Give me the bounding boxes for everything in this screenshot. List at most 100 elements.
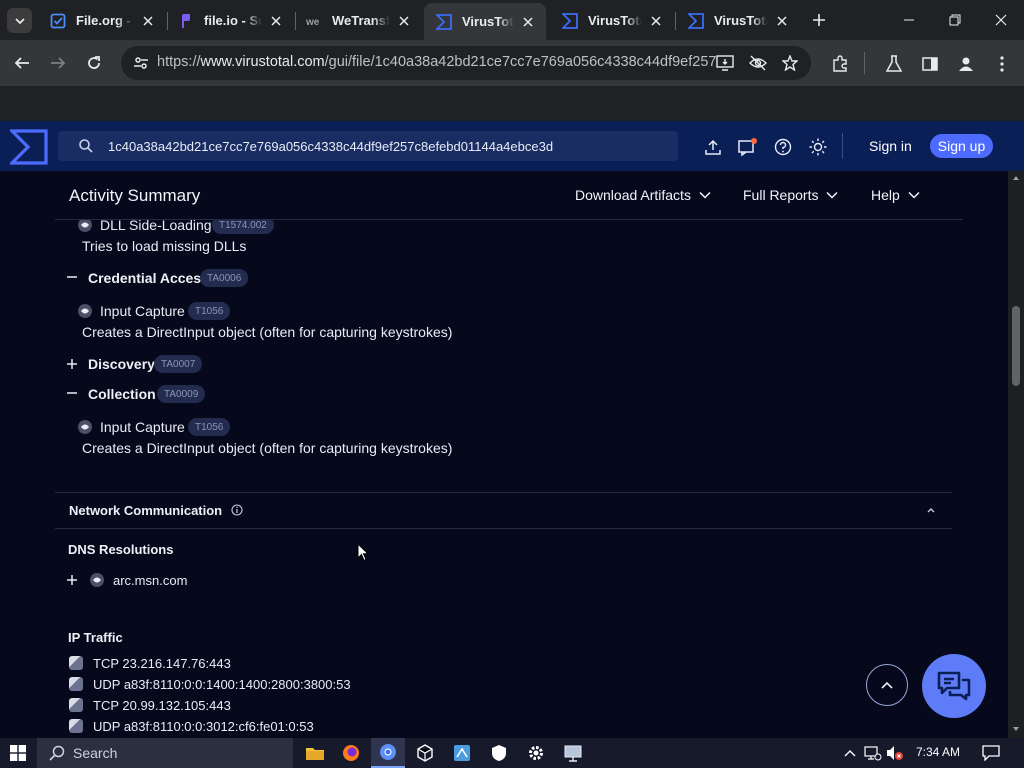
network-tool-icon	[454, 745, 470, 761]
help-menu[interactable]: Help	[871, 187, 920, 203]
remote-desktop-app[interactable]	[556, 738, 590, 768]
browser-tab-bar: File.org - V file.io - Su we WeTransfe V…	[0, 0, 1024, 40]
chevron-down-icon	[826, 191, 838, 199]
technique-name[interactable]: Input Capture	[100, 303, 185, 319]
section-divider	[55, 528, 952, 529]
tab-virustotal-active[interactable]: VirusTotal	[424, 3, 546, 40]
close-icon[interactable]	[396, 13, 412, 29]
tab-file-org[interactable]: File.org - V	[38, 4, 166, 37]
site-info-icon[interactable]	[129, 51, 153, 75]
close-window-button[interactable]	[978, 0, 1024, 40]
start-button[interactable]	[0, 738, 36, 768]
extensions-icon[interactable]	[829, 53, 851, 75]
restore-icon	[949, 14, 961, 26]
settings-app[interactable]	[519, 738, 553, 768]
tab-wetransfer[interactable]: we WeTransfe	[294, 4, 422, 37]
ip-traffic-entry[interactable]: UDP a83f:8110:0:0:1400:1400:2800:3800:53	[93, 677, 351, 692]
ip-address-icon	[69, 698, 83, 712]
ip-traffic-title: IP Traffic	[68, 630, 123, 645]
plus-icon[interactable]	[66, 574, 78, 586]
upload-icon[interactable]	[702, 136, 724, 158]
eye-off-icon[interactable]	[748, 53, 768, 73]
tab-title: file.io - Su	[204, 13, 262, 28]
sign-in-link[interactable]: Sign in	[869, 138, 912, 154]
reload-button[interactable]	[82, 51, 106, 75]
notification-center-button[interactable]	[982, 744, 1000, 762]
security-app[interactable]	[482, 738, 516, 768]
firefox-app[interactable]	[334, 738, 368, 768]
download-artifacts-menu[interactable]: Download Artifacts	[575, 187, 711, 203]
page-scrollbar[interactable]	[1008, 171, 1024, 738]
chevron-up-icon	[844, 750, 856, 757]
ip-traffic-entry[interactable]: UDP a83f:8110:0:0:3012:cf6:fe01:0:53	[93, 719, 314, 734]
labs-flask-icon[interactable]	[883, 53, 905, 75]
install-app-icon[interactable]	[715, 53, 735, 73]
theme-sun-icon[interactable]	[807, 136, 829, 158]
taskbar-clock[interactable]: 7:34 AM	[916, 745, 960, 759]
scroll-to-top-button[interactable]	[866, 664, 908, 706]
network-tool-app[interactable]	[445, 738, 479, 768]
tab-virustotal[interactable]: VirusTotal	[550, 4, 674, 37]
help-icon[interactable]	[772, 136, 794, 158]
minus-icon[interactable]	[66, 387, 78, 399]
tab-file-io[interactable]: file.io - Su	[166, 4, 294, 37]
close-icon[interactable]	[520, 14, 536, 30]
ip-traffic-entry[interactable]: TCP 23.216.147.76:443	[93, 656, 231, 671]
url-text[interactable]: https://www.virustotal.com/gui/file/1c40…	[157, 54, 717, 70]
tab-virustotal[interactable]: VirusTotal	[676, 4, 800, 37]
scroll-down-arrow-icon[interactable]	[1012, 726, 1020, 732]
tactic-name[interactable]: Discovery	[88, 356, 155, 372]
tactic-name[interactable]: Credential Access	[88, 270, 209, 286]
scroll-up-arrow-icon[interactable]	[1012, 175, 1020, 181]
tab-title: File.org - V	[76, 13, 134, 28]
info-icon[interactable]	[231, 504, 243, 516]
minimize-button[interactable]	[886, 0, 932, 40]
taskbar-search-box[interactable]: Search	[37, 738, 293, 768]
back-button[interactable]	[10, 51, 34, 75]
plus-icon[interactable]	[66, 358, 78, 370]
show-hidden-icons-button[interactable]	[841, 744, 859, 762]
profile-icon[interactable]	[955, 53, 977, 75]
ip-traffic-entry[interactable]: TCP 20.99.132.105:443	[93, 698, 231, 713]
close-icon[interactable]	[648, 13, 664, 29]
notifications-icon[interactable]	[737, 136, 759, 158]
dns-entry[interactable]: arc.msn.com	[113, 573, 187, 588]
scrollbar-thumb[interactable]	[1012, 306, 1020, 386]
side-panel-icon[interactable]	[919, 53, 941, 75]
chat-button[interactable]	[922, 654, 986, 718]
windows-taskbar: Search 7:34 AM	[0, 738, 1024, 768]
chrome-app[interactable]	[371, 738, 405, 768]
close-icon[interactable]	[774, 13, 790, 29]
sign-up-button[interactable]: Sign up	[930, 134, 993, 158]
chevron-up-icon[interactable]	[926, 506, 936, 514]
feather-icon	[178, 13, 194, 29]
network-section-title[interactable]: Network Communication	[69, 503, 222, 518]
ip-address-icon	[69, 656, 83, 670]
technique-name[interactable]: Input Capture	[100, 419, 185, 435]
search-input[interactable]: 1c40a38a42bd21ce7cc7e769a056c4338c44df9e…	[108, 139, 553, 154]
full-reports-menu[interactable]: Full Reports	[743, 187, 838, 203]
file-explorer-app[interactable]	[298, 738, 332, 768]
tactic-name[interactable]: Collection	[88, 386, 156, 402]
bookmark-star-icon[interactable]	[780, 53, 800, 73]
minus-icon[interactable]	[66, 271, 78, 283]
network-tray-icon[interactable]	[864, 744, 882, 762]
virustotal-icon	[688, 12, 704, 29]
volume-tray-icon[interactable]	[886, 744, 904, 762]
ip-address-icon	[69, 677, 83, 691]
plus-icon	[813, 14, 825, 26]
address-bar[interactable]: https://www.virustotal.com/gui/file/1c40…	[121, 46, 811, 80]
restore-button[interactable]	[932, 0, 978, 40]
forward-button[interactable]	[46, 51, 70, 75]
tab-search-button[interactable]	[7, 8, 32, 33]
virustotal-logo[interactable]	[10, 129, 48, 165]
virustotal-icon	[436, 13, 452, 30]
close-icon[interactable]	[140, 13, 156, 29]
behavior-icon	[90, 573, 104, 587]
more-menu-icon[interactable]	[991, 53, 1013, 75]
search-box[interactable]: 1c40a38a42bd21ce7cc7e769a056c4338c44df9e…	[58, 131, 678, 161]
activity-summary-title: Activity Summary	[69, 186, 201, 205]
new-tab-button[interactable]	[808, 9, 830, 31]
package-app[interactable]	[408, 738, 442, 768]
close-icon[interactable]	[268, 13, 284, 29]
